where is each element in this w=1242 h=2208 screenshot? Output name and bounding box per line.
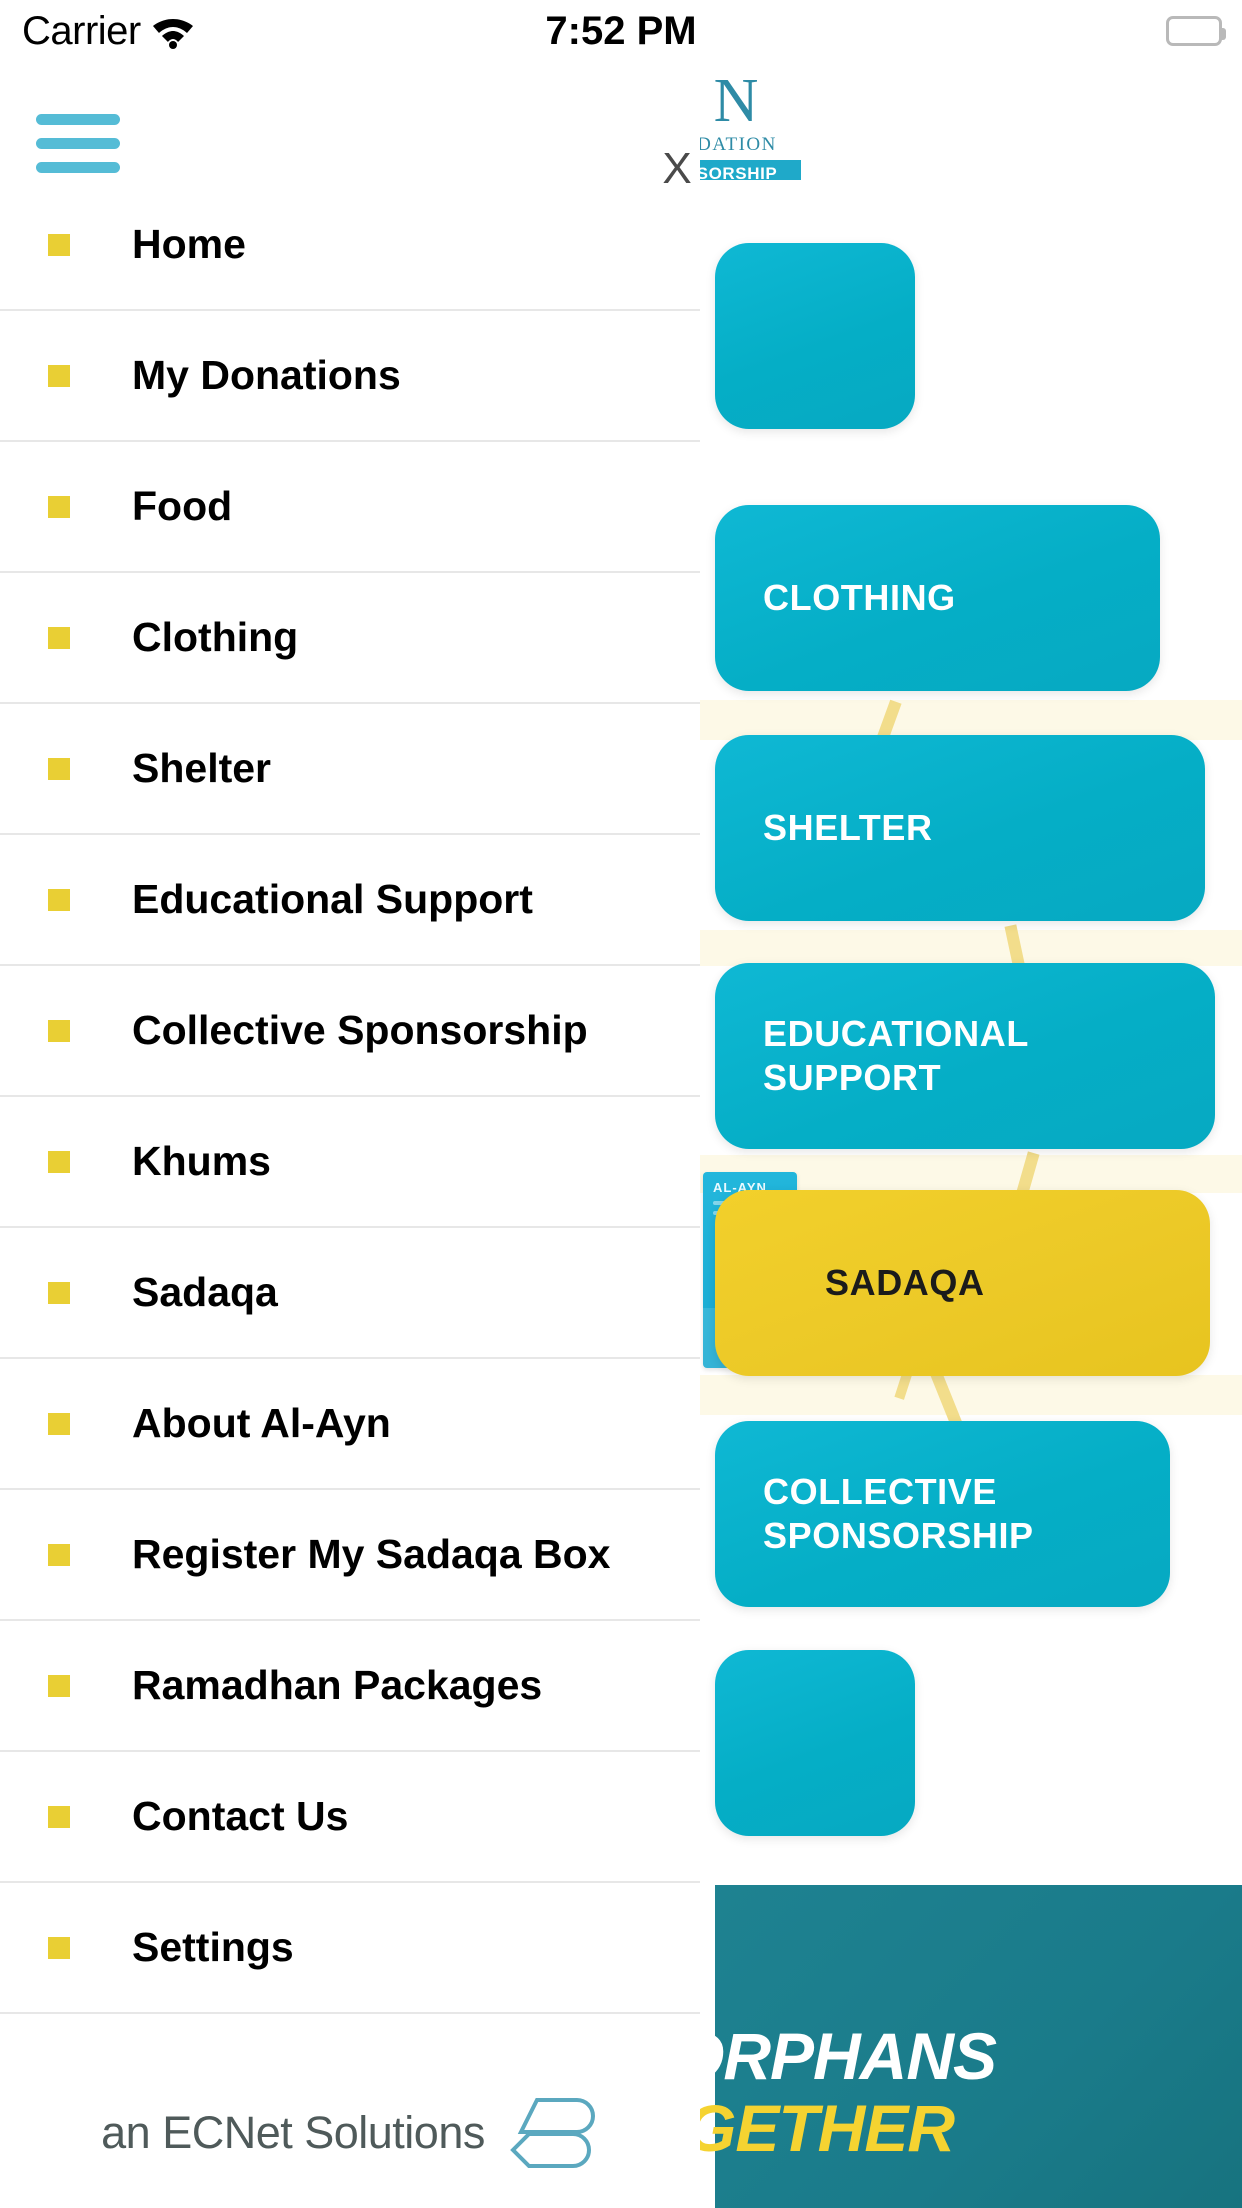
category-card-label: SADAQA — [825, 1262, 985, 1304]
sidebar-item-khums[interactable]: Khums — [0, 1097, 700, 1228]
logo-badge: SORSHIP — [690, 160, 801, 180]
sidebar-item-label: Food — [132, 483, 233, 529]
square-bullet-icon — [48, 1019, 70, 1042]
app-screen: CLOTHING SHELTER EDUCATIONAL SUPPORT AL-… — [0, 0, 1242, 2208]
promo-banner[interactable]: ORPHANS GETHER — [673, 1885, 1242, 2208]
category-card-label: SHELTER — [763, 807, 933, 849]
decor-swoosh-2 — [690, 930, 1242, 966]
navigation-drawer: Home My Donations Food Clothing Shelter Educa… — [0, 180, 700, 2208]
sidebar-item-label: Khums — [132, 1138, 271, 1184]
status-bar: Carrier 7:52 PM — [0, 0, 1242, 62]
category-card-label: COLLECTIVE SPONSORSHIP — [763, 1471, 1034, 1556]
logo-subtitle: DATION — [697, 134, 777, 155]
sidebar-item-contact-us[interactable]: Contact Us — [0, 1752, 700, 1883]
drawer-header — [0, 62, 700, 180]
sidebar-item-ramadhan-packages[interactable]: Ramadhan Packages — [0, 1621, 700, 1752]
sidebar-item-clothing[interactable]: Clothing — [0, 573, 700, 704]
promo-banner-line2: GETHER — [685, 2091, 955, 2165]
hamburger-menu-icon[interactable] — [36, 114, 120, 173]
square-bullet-icon — [48, 626, 70, 649]
promo-banner-line1: ORPHANS — [673, 2019, 997, 2093]
hamburger-bar — [36, 162, 120, 173]
footer-credit-label: an ECNet Solutions — [101, 2107, 485, 2158]
sidebar-item-settings[interactable]: Settings — [0, 1883, 700, 2014]
sidebar-item-educational-support[interactable]: Educational Support — [0, 835, 700, 966]
square-bullet-icon — [48, 1281, 70, 1304]
sidebar-item-food[interactable]: Food — [0, 442, 700, 573]
square-bullet-icon — [48, 1805, 70, 1828]
hamburger-bar — [36, 138, 120, 149]
sidebar-item-label: Clothing — [132, 614, 299, 660]
sidebar-item-label: Home — [132, 221, 246, 267]
square-bullet-icon — [48, 1412, 70, 1435]
sidebar-item-label: Collective Sponsorship — [132, 1007, 588, 1053]
ecnet-stacked-logo-icon — [507, 2094, 599, 2172]
category-card-label: CLOTHING — [763, 577, 956, 619]
sidebar-item-my-donations[interactable]: My Donations — [0, 311, 700, 442]
sidebar-item-sadaqa[interactable]: Sadaqa — [0, 1228, 700, 1359]
sidebar-item-label: My Donations — [132, 352, 401, 398]
sidebar-item-label: Settings — [132, 1924, 294, 1970]
category-card[interactable] — [715, 243, 915, 429]
status-bar-clock: 7:52 PM — [545, 8, 697, 53]
category-card-educational-support[interactable]: EDUCATIONAL SUPPORT — [715, 963, 1215, 1149]
close-icon[interactable]: X — [655, 144, 699, 194]
decor-swoosh-4 — [690, 1375, 1242, 1415]
sidebar-item-label: Register My Sadaqa Box — [132, 1531, 611, 1577]
category-card[interactable] — [715, 1650, 915, 1836]
sidebar-item-label: Contact Us — [132, 1793, 349, 1839]
sidebar-item-label: Sadaqa — [132, 1269, 278, 1315]
drawer-footer: an ECNet Solutions — [0, 2058, 700, 2208]
category-card-clothing[interactable]: CLOTHING — [715, 505, 1160, 691]
logo-mark: N — [713, 70, 761, 135]
square-bullet-icon — [48, 1543, 70, 1566]
sidebar-menu-list: Home My Donations Food Clothing Shelter Educa… — [0, 180, 700, 2014]
app-logo: N DATION SORSHIP — [690, 70, 870, 180]
sidebar-item-label: About Al-Ayn — [132, 1400, 391, 1446]
battery-full-icon — [1166, 16, 1226, 46]
square-bullet-icon — [48, 495, 70, 518]
battery-cap — [1221, 28, 1226, 40]
sidebar-item-label: Educational Support — [132, 876, 533, 922]
sidebar-item-label: Shelter — [132, 745, 271, 791]
sidebar-item-label: Ramadhan Packages — [132, 1662, 543, 1708]
category-card-collective-sponsorship[interactable]: COLLECTIVE SPONSORSHIP — [715, 1421, 1170, 1607]
decor-swoosh-1 — [690, 700, 1242, 740]
square-bullet-icon — [48, 364, 70, 387]
sidebar-item-shelter[interactable]: Shelter — [0, 704, 700, 835]
sidebar-item-register-my-sadaqa-box[interactable]: Register My Sadaqa Box — [0, 1490, 700, 1621]
category-card-shelter[interactable]: SHELTER — [715, 735, 1205, 921]
square-bullet-icon — [48, 233, 70, 256]
sidebar-item-about-al-ayn[interactable]: About Al-Ayn — [0, 1359, 700, 1490]
square-bullet-icon — [48, 1674, 70, 1697]
square-bullet-icon — [48, 888, 70, 911]
square-bullet-icon — [48, 757, 70, 780]
hamburger-bar — [36, 114, 120, 125]
category-card-label: EDUCATIONAL SUPPORT — [763, 1013, 1029, 1098]
square-bullet-icon — [48, 1936, 70, 1959]
status-bar-right — [1166, 16, 1226, 46]
sidebar-item-collective-sponsorship[interactable]: Collective Sponsorship — [0, 966, 700, 1097]
category-card-sadaqa[interactable]: SADAQA — [715, 1190, 1210, 1376]
square-bullet-icon — [48, 1150, 70, 1173]
sidebar-item-home[interactable]: Home — [0, 180, 700, 311]
